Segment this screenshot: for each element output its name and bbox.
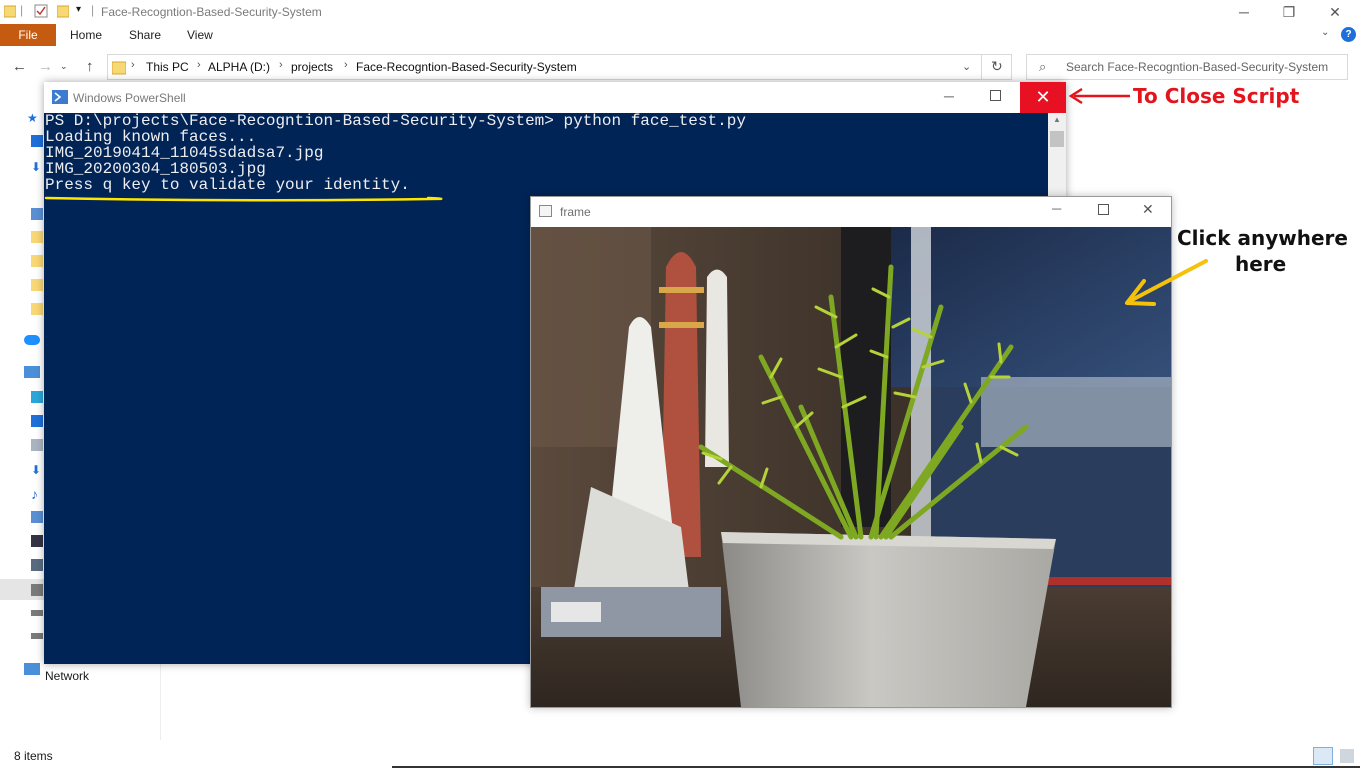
folder-icon: [3, 4, 17, 21]
back-arrow-icon[interactable]: ←: [12, 58, 27, 75]
powershell-title: Windows PowerShell: [73, 91, 186, 105]
drive-icon: [31, 584, 43, 596]
highlight-underline: [44, 196, 443, 202]
large-icons-view-icon[interactable]: [1340, 749, 1354, 763]
help-icon[interactable]: ?: [1341, 27, 1356, 42]
camera-feed[interactable]: [531, 227, 1171, 707]
tab-share[interactable]: Share: [129, 28, 161, 42]
search-icon: ⌕: [1039, 59, 1047, 74]
console-line: Press q key to validate your identity.: [45, 176, 410, 194]
address-bar[interactable]: › This PC › ALPHA (D:) › projects › Face…: [107, 54, 1012, 80]
tab-view[interactable]: View: [187, 28, 213, 42]
toolbar-divider: |: [91, 3, 95, 17]
status-bar: 8 items: [0, 746, 1360, 768]
console-line: Loading known faces...: [45, 128, 257, 146]
folder-icon: [111, 59, 127, 78]
tab-file[interactable]: File: [0, 24, 56, 46]
console-line: IMG_20200304_180503.jpg: [45, 160, 266, 178]
3d-objects-icon[interactable]: [31, 391, 43, 403]
tab-home[interactable]: Home: [70, 28, 102, 42]
powershell-close-button[interactable]: ✕: [1020, 82, 1066, 113]
details-view-icon[interactable]: [1313, 747, 1333, 765]
up-arrow-icon[interactable]: ↑: [86, 58, 94, 75]
breadcrumb-separator-icon: ›: [197, 59, 201, 71]
annotation-close-script: To Close Script: [1133, 84, 1300, 108]
desktop-icon[interactable]: [31, 135, 43, 147]
expand-ribbon-icon[interactable]: ⌄: [1321, 27, 1329, 38]
downloads-icon[interactable]: ⬇: [31, 463, 43, 477]
customize-toolbar-icon[interactable]: ▾: [76, 4, 81, 15]
recent-locations-icon[interactable]: ⌄: [60, 61, 68, 72]
powershell-icon: [52, 90, 68, 107]
folder-icon[interactable]: [31, 255, 43, 267]
pictures-icon[interactable]: [31, 511, 43, 523]
forward-arrow-icon[interactable]: →: [38, 58, 53, 75]
annotation-click-line2: here: [1235, 252, 1287, 276]
network-icon[interactable]: [24, 663, 40, 675]
quick-access-star-icon[interactable]: ★: [27, 111, 39, 125]
onedrive-icon[interactable]: [24, 335, 40, 345]
minimize-button[interactable]: ─: [1221, 0, 1267, 24]
close-button[interactable]: ✕: [1312, 0, 1358, 24]
window-title: Face-Recogntion-Based-Security-System: [101, 5, 322, 19]
new-folder-icon[interactable]: [56, 4, 70, 21]
console-line: IMG_20190414_11045sdadsa7.jpg: [45, 144, 324, 162]
search-placeholder: Search Face-Recogntion-Based-Security-Sy…: [1066, 60, 1329, 74]
camera-image: [531, 227, 1171, 707]
minimize-button[interactable]: ─: [944, 88, 954, 104]
powershell-titlebar[interactable]: Windows PowerShell ─ ✕: [44, 82, 1066, 113]
maximize-button[interactable]: [990, 90, 1001, 101]
toolbar-divider: |: [20, 3, 24, 17]
downloads-icon[interactable]: ⬇: [31, 160, 43, 174]
breadcrumb-projects[interactable]: projects: [291, 60, 333, 74]
frame-title: frame: [560, 205, 591, 219]
console-line: PS D:\projects\Face-Recogntion-Based-Sec…: [45, 112, 746, 130]
ribbon-tabs: File Home Share View ⌄ ?: [0, 24, 1360, 46]
item-count: 8 items: [14, 749, 53, 763]
breadcrumb-current-folder[interactable]: Face-Recogntion-Based-Security-System: [356, 60, 577, 74]
breadcrumb-separator-icon: ›: [131, 59, 135, 71]
folder-icon[interactable]: [31, 279, 43, 291]
music-icon[interactable]: ♪: [31, 486, 43, 502]
address-dropdown-icon[interactable]: ⌄: [962, 60, 971, 73]
breadcrumb-drive[interactable]: ALPHA (D:): [208, 60, 270, 74]
breadcrumb-this-pc[interactable]: This PC: [146, 60, 189, 74]
folder-icon[interactable]: [31, 231, 43, 243]
restore-button[interactable]: ❐: [1266, 0, 1312, 24]
explorer-titlebar: | ▾ | Face-Recogntion-Based-Security-Sys…: [0, 0, 1360, 24]
minimize-button[interactable]: ─: [1052, 201, 1061, 216]
maximize-button[interactable]: [1098, 204, 1109, 215]
this-pc-icon[interactable]: [24, 366, 40, 378]
frame-app-icon: [539, 205, 552, 217]
drive-icon[interactable]: [31, 610, 43, 616]
drive-icon[interactable]: [31, 633, 43, 639]
annotation-click-line1: Click anywhere: [1177, 226, 1348, 250]
breadcrumb-separator-icon: ›: [344, 59, 348, 71]
refresh-icon[interactable]: ↻: [991, 58, 1003, 75]
documents-icon[interactable]: [31, 439, 43, 451]
pictures-icon[interactable]: [31, 208, 43, 220]
scrollbar-thumb[interactable]: [1050, 131, 1064, 147]
scroll-up-icon[interactable]: ▲: [1053, 115, 1061, 124]
desktop-icon[interactable]: [31, 415, 43, 427]
close-button[interactable]: ✕: [1142, 201, 1154, 218]
annotation-arrow-left: [1068, 87, 1130, 105]
annotation-arrow-down-left: [1125, 259, 1208, 306]
search-input[interactable]: ⌕ Search Face-Recogntion-Based-Security-…: [1026, 54, 1348, 80]
properties-icon[interactable]: [34, 4, 48, 21]
folder-icon[interactable]: [31, 303, 43, 315]
breadcrumb-separator-icon: ›: [279, 59, 283, 71]
address-row: ← → ⌄ ↑ › This PC › ALPHA (D:) › project…: [0, 50, 1360, 84]
sidebar-item-network[interactable]: Network: [45, 669, 89, 683]
frame-window[interactable]: frame ─ ✕: [530, 196, 1172, 708]
drive-icon[interactable]: [31, 559, 43, 571]
videos-icon[interactable]: [31, 535, 43, 547]
divider: [981, 54, 982, 80]
